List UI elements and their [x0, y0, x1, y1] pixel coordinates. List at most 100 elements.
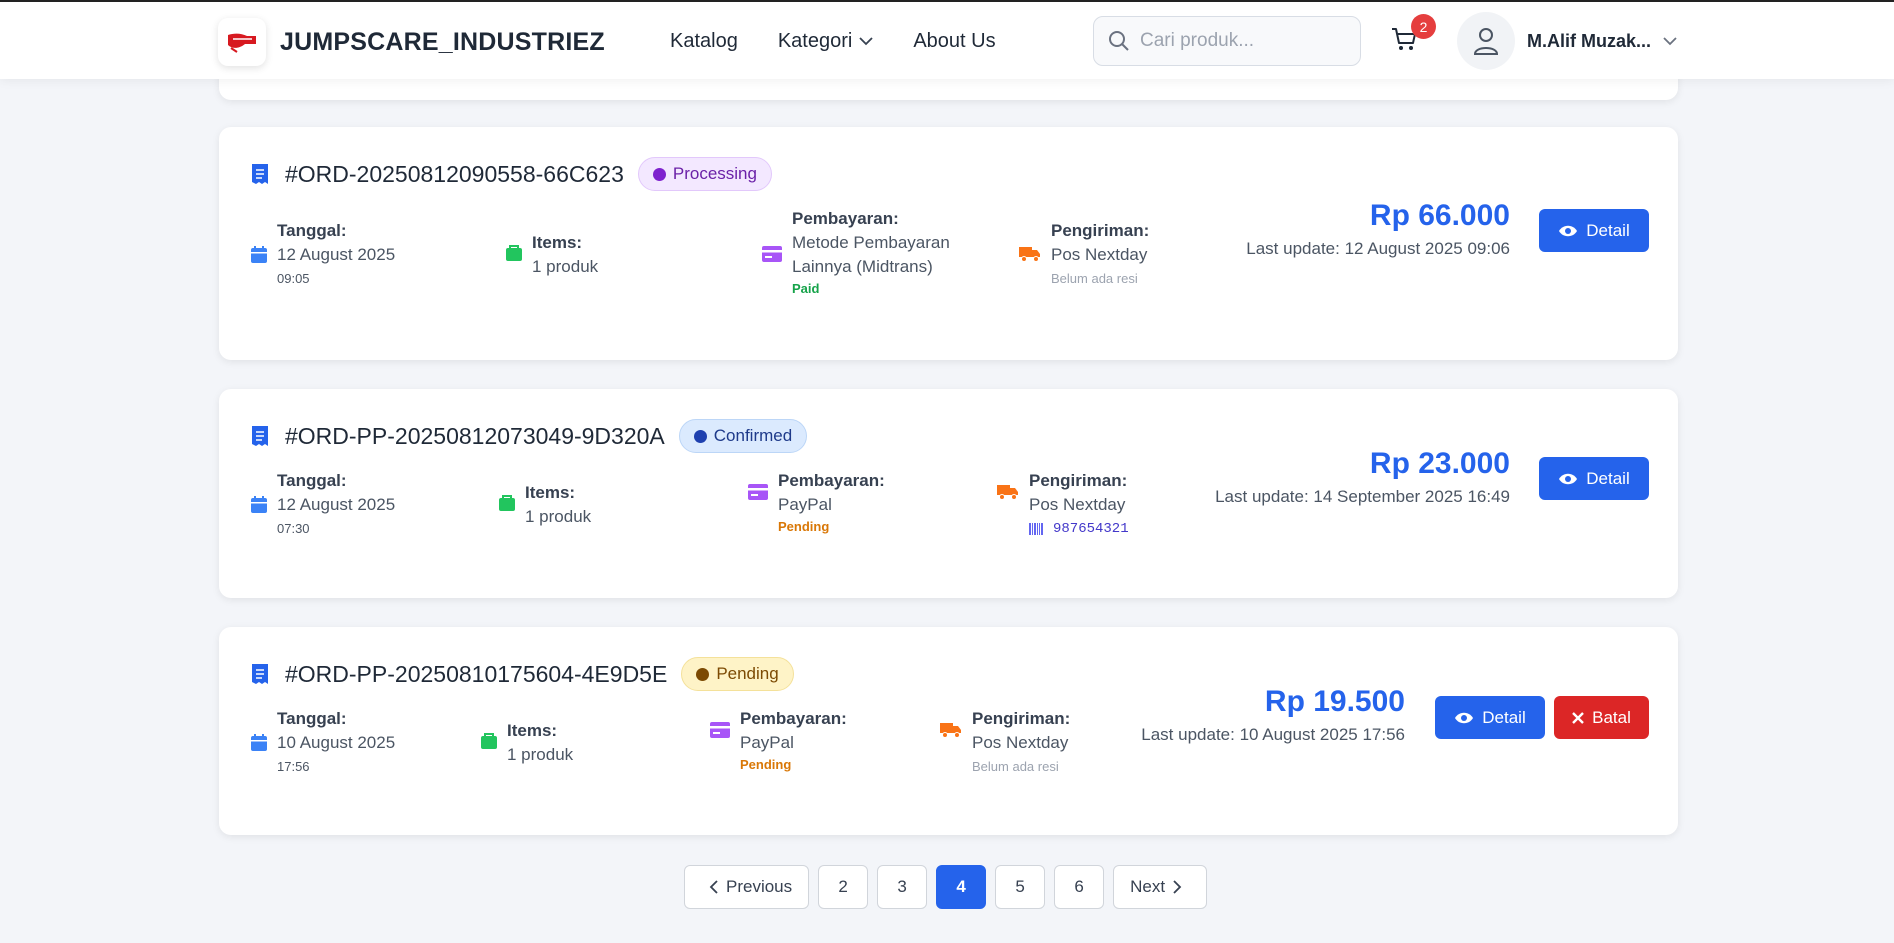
pagination: Previous 2 3 4 5 6 Next [684, 865, 1216, 909]
payment-method-line1: Metode Pembayaran [792, 233, 950, 252]
search-input[interactable] [1140, 30, 1340, 52]
cancel-order-button[interactable]: Batal [1554, 696, 1649, 739]
order-price-block: Rp 23.000 Last update: 14 September 2025… [1215, 447, 1510, 507]
status-label: Processing [672, 164, 757, 183]
navbar: JUMPSCARE_INDUSTRIEZ Katalog Kategori Ab… [0, 0, 1894, 79]
detail-button[interactable]: Detail [1539, 209, 1649, 252]
truck-icon [1019, 247, 1040, 262]
user-icon [1473, 28, 1499, 55]
brand-logo-icon [228, 33, 256, 53]
nav-link-kategori-label: Kategori [777, 30, 853, 52]
calendar-icon [251, 496, 267, 513]
payment-label: Pembayaran: [792, 209, 899, 228]
status-badge: Processing [637, 157, 772, 191]
order-id: #ORD-PP-20250812073049-9D320A [285, 422, 665, 449]
chevron-left-icon [709, 880, 718, 894]
chevron-down-icon [859, 37, 873, 46]
order-items: Items: 1 produk [506, 231, 598, 279]
search-icon [1109, 31, 1129, 51]
order-total: Rp 19.500 [1264, 685, 1405, 718]
brand[interactable]: JUMPSCARE_INDUSTRIEZ [218, 18, 605, 66]
barcode-icon [1029, 523, 1043, 535]
pagination-previous-label: Previous [726, 877, 793, 896]
order-header: #ORD-PP-20250812073049-9D320A Confirmed [251, 419, 808, 453]
order-shipping: Pengiriman: Pos Nextday Belum ada resi [940, 707, 1070, 774]
date-label: Tanggal: [277, 471, 347, 490]
calendar-icon [251, 734, 267, 751]
date-label: Tanggal: [277, 709, 347, 728]
order-header: #ORD-PP-20250810175604-4E9D5E Pending [251, 657, 794, 691]
cart-count-badge: 2 [1411, 14, 1436, 39]
shipping-label: Pengiriman: [972, 709, 1071, 728]
credit-card-icon [710, 722, 730, 738]
detail-button[interactable]: Detail [1539, 457, 1649, 500]
order-card: #ORD-PP-20250812073049-9D320A Confirmed … [219, 389, 1678, 598]
shipping-label: Pengiriman: [1029, 471, 1128, 490]
time-value: 07:30 [277, 521, 310, 536]
date-value: 10 August 2025 [277, 733, 396, 752]
last-update: Last update: 10 August 2025 17:56 [1141, 725, 1405, 744]
pagination-page[interactable]: 6 [1054, 865, 1105, 909]
shipping-note: Belum ada resi [1051, 271, 1138, 286]
eye-icon [1559, 225, 1578, 236]
detail-label: Detail [1586, 468, 1630, 488]
order-total: Rp 23.000 [1369, 447, 1510, 480]
order-items: Items: 1 produk [499, 481, 591, 529]
receipt-icon [252, 664, 268, 684]
search-box[interactable] [1093, 16, 1361, 66]
order-price-block: Rp 66.000 Last update: 12 August 2025 09… [1246, 199, 1510, 259]
last-update: Last update: 14 September 2025 16:49 [1215, 487, 1510, 506]
nav-link-katalog[interactable]: Katalog [670, 30, 738, 53]
order-price-block: Rp 19.500 Last update: 10 August 2025 17… [1141, 685, 1405, 745]
order-payment: Pembayaran: PayPal Pending [748, 469, 885, 534]
pagination-next[interactable]: Next [1113, 865, 1208, 909]
items-label: Items: [525, 483, 576, 502]
avatar[interactable] [1457, 12, 1515, 70]
bag-icon [506, 245, 522, 261]
payment-method-line2: Lainnya (Midtrans) [792, 257, 933, 276]
credit-card-icon [748, 484, 768, 500]
order-header: #ORD-20250812090558-66C623 Processing [251, 157, 772, 191]
pagination-page-current[interactable]: 4 [936, 865, 987, 909]
shipping-value: Pos Nextday [1029, 495, 1126, 514]
payment-method: PayPal [778, 495, 832, 514]
order-card: #ORD-PP-20250810175604-4E9D5E Pending Ta… [219, 627, 1678, 835]
last-update: Last update: 12 August 2025 09:06 [1246, 239, 1510, 258]
items-value: 1 produk [507, 745, 574, 764]
status-dot [693, 429, 707, 443]
order-id: #ORD-20250812090558-66C623 [285, 160, 624, 187]
order-shipping: Pengiriman: Pos Nextday Belum ada resi [1019, 219, 1149, 286]
user-menu[interactable]: M.Alif Muzak... [1457, 12, 1677, 70]
payment-method: PayPal [740, 733, 794, 752]
brand-logo[interactable] [218, 18, 266, 66]
pagination-page[interactable]: 3 [877, 865, 928, 909]
date-value: 12 August 2025 [277, 495, 396, 514]
order-shipping: Pengiriman: Pos Nextday 987654321 [997, 469, 1129, 537]
bag-icon [499, 495, 515, 511]
cart-button[interactable]: 2 [1390, 14, 1436, 58]
truck-icon [940, 723, 961, 738]
pagination-page[interactable]: 5 [995, 865, 1046, 909]
detail-label: Detail [1482, 707, 1526, 727]
items-label: Items: [532, 233, 583, 252]
brand-name: JUMPSCARE_INDUSTRIEZ [280, 27, 605, 56]
truck-icon [997, 485, 1018, 500]
items-value: 1 produk [525, 507, 592, 526]
pagination-previous[interactable]: Previous [684, 865, 810, 909]
order-id: #ORD-PP-20250810175604-4E9D5E [285, 660, 668, 687]
order-items: Items: 1 produk [481, 719, 573, 767]
order-payment: Pembayaran: PayPal Pending [710, 707, 847, 772]
nav-link-about[interactable]: About Us [913, 30, 995, 53]
time-value: 17:56 [277, 759, 310, 774]
nav-links: Katalog Kategori About Us [670, 30, 1036, 53]
payment-label: Pembayaran: [778, 471, 885, 490]
payment-status: Pending [778, 519, 830, 534]
pagination-next-label: Next [1130, 877, 1166, 896]
calendar-icon [251, 246, 267, 263]
nav-link-kategori[interactable]: Kategori [778, 30, 874, 53]
detail-label: Detail [1586, 220, 1630, 240]
status-dot [696, 667, 710, 681]
detail-button[interactable]: Detail [1435, 696, 1545, 739]
pagination-page[interactable]: 2 [818, 865, 869, 909]
payment-status: Pending [740, 757, 792, 772]
